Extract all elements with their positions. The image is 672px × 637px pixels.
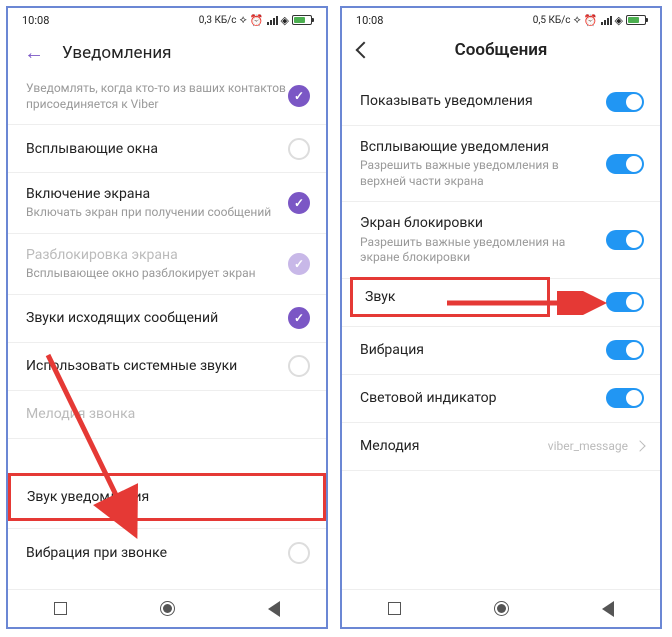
back-arrow-icon[interactable]: ←: [24, 40, 44, 65]
chevron-right-icon: [634, 441, 645, 452]
status-time: 10:08: [22, 14, 49, 27]
radio-checked-icon[interactable]: [288, 85, 310, 107]
bluetooth-icon: ⟡: [574, 13, 581, 27]
item-lock-screen[interactable]: Экран блокировкиРазрешить важные уведомл…: [342, 202, 660, 278]
signal-icon: [601, 15, 612, 25]
melody-value: viber_message: [548, 439, 628, 453]
header: ← Уведомления: [8, 30, 326, 75]
status-icons: 0,3 КБ/с ⟡ ⏰ ◈: [199, 13, 312, 27]
page-title: Сообщения: [388, 40, 614, 60]
radio-checked-icon[interactable]: [288, 307, 310, 329]
toggle-on-icon[interactable]: [606, 340, 644, 360]
nav-recents-icon[interactable]: [388, 602, 401, 615]
radio-checked-disabled-icon: [288, 253, 310, 275]
back-chevron-icon[interactable]: [356, 42, 373, 59]
item-popup-windows[interactable]: Всплывающие окна: [8, 125, 326, 173]
radio-unchecked-icon[interactable]: [288, 355, 310, 377]
nav-bar: [8, 589, 326, 627]
phone-left-notifications: 10:08 0,3 КБ/с ⟡ ⏰ ◈ ← Уведомления Уведо…: [6, 6, 328, 629]
item-notification-sound-highlighted[interactable]: Звук уведомления: [8, 473, 326, 521]
radio-checked-icon[interactable]: [288, 192, 310, 214]
bluetooth-icon: ⟡: [240, 13, 247, 27]
item-unlock-screen: Разблокировка экранаВсплывающее окно раз…: [8, 234, 326, 295]
toggle-on-icon[interactable]: [606, 92, 644, 112]
wifi-icon: ◈: [615, 14, 623, 27]
status-bar: 10:08 0,5 КБ/с ⟡ ⏰ ◈: [342, 8, 660, 30]
item-vibration[interactable]: Вибрация: [342, 327, 660, 375]
item-melody[interactable]: Мелодия viber_message: [342, 423, 660, 471]
toggle-on-icon[interactable]: [606, 388, 644, 408]
status-bar: 10:08 0,3 КБ/с ⟡ ⏰ ◈: [8, 8, 326, 30]
data-rate: 0,5 КБ/с: [533, 15, 571, 26]
sound-highlight-box: Звук: [350, 277, 550, 317]
toggle-on-icon[interactable]: [606, 230, 644, 250]
item-ringtone: Мелодия звонка: [8, 391, 326, 439]
header: Сообщения: [342, 30, 660, 70]
settings-list: Показывать уведомления Всплывающие уведо…: [342, 70, 660, 589]
nav-home-icon[interactable]: [494, 601, 509, 616]
item-outgoing-sounds[interactable]: Звуки исходящих сообщений: [8, 295, 326, 343]
nav-back-icon[interactable]: [268, 601, 280, 617]
page-title: Уведомления: [62, 43, 172, 63]
item-system-sounds[interactable]: Использовать системные звуки: [8, 343, 326, 391]
nav-back-icon[interactable]: [602, 601, 614, 617]
nav-bar: [342, 589, 660, 627]
item-screen-on[interactable]: Включение экранаВключать экран при получ…: [8, 173, 326, 234]
phone-right-messages: 10:08 0,5 КБ/с ⟡ ⏰ ◈ Сообщения Показыват…: [340, 6, 662, 629]
nav-home-icon[interactable]: [160, 601, 175, 616]
item-show-notifications[interactable]: Показывать уведомления: [342, 78, 660, 126]
item-popup-notifications[interactable]: Всплывающие уведомленияРазрешить важные …: [342, 126, 660, 202]
status-time: 10:08: [356, 14, 383, 27]
item-light-indicator[interactable]: Световой индикатор: [342, 375, 660, 423]
data-rate: 0,3 КБ/с: [199, 15, 237, 26]
signal-icon: [267, 15, 278, 25]
battery-icon: [626, 15, 646, 25]
toggle-on-icon[interactable]: [606, 292, 644, 312]
nav-recents-icon[interactable]: [54, 602, 67, 615]
alarm-icon: ⏰: [584, 14, 598, 27]
settings-list: Уведомлять, когда кто-то из ваших контак…: [8, 75, 326, 589]
radio-unchecked-icon[interactable]: [288, 138, 310, 160]
toggle-on-icon[interactable]: [606, 154, 644, 174]
alarm-icon: ⏰: [250, 14, 264, 27]
wifi-icon: ◈: [281, 14, 289, 27]
battery-icon: [292, 15, 312, 25]
item-sound[interactable]: Звук .: [342, 279, 660, 327]
item-contact-joined[interactable]: Уведомлять, когда кто-то из ваших контак…: [8, 75, 326, 125]
item-vibrate-on-call[interactable]: Вибрация при звонке: [8, 529, 326, 577]
status-icons: 0,5 КБ/с ⟡ ⏰ ◈: [533, 13, 646, 27]
radio-unchecked-icon[interactable]: [288, 542, 310, 564]
